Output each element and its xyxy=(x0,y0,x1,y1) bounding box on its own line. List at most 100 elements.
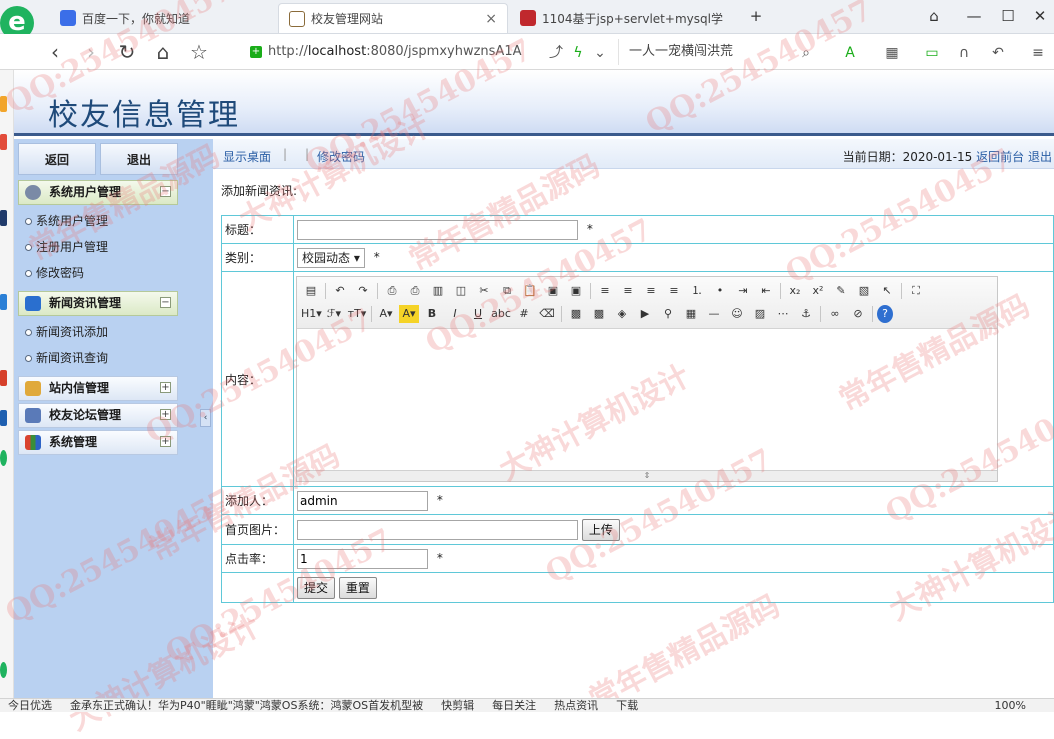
translate-icon[interactable]: A xyxy=(840,43,860,63)
editor-template-icon[interactable]: ▥ xyxy=(428,282,448,300)
sidebar-item-query-news[interactable]: 新闻资讯查询 xyxy=(22,348,172,368)
editor-map-icon[interactable]: ▨ xyxy=(750,305,770,323)
editor-hr-icon[interactable]: # xyxy=(514,305,534,323)
battery-icon[interactable]: ▭ xyxy=(922,43,942,63)
editor-redo-icon[interactable]: ↷ xyxy=(353,282,373,300)
editor-align-left-icon[interactable]: ≡ xyxy=(595,282,615,300)
editor-print-icon[interactable]: ⎙ xyxy=(405,282,425,300)
change-password-link[interactable]: 修改密码 xyxy=(317,148,365,165)
status-item[interactable]: 快剪辑 xyxy=(441,699,474,712)
sidebar-collapse-icon[interactable]: ‹ xyxy=(200,409,211,427)
logout-button[interactable]: 退出 xyxy=(100,143,178,175)
editor-table-icon[interactable]: ▦ xyxy=(681,305,701,323)
editor-superscript-icon[interactable]: x² xyxy=(808,282,828,300)
editor-u-icon[interactable]: U xyxy=(468,305,488,323)
editor-content-area[interactable] xyxy=(297,329,997,470)
editor-f-icon[interactable]: ℱ▾ xyxy=(324,305,344,323)
sidebar-group-messages[interactable]: 站内信管理 + xyxy=(18,376,178,401)
headphones-icon[interactable]: ∩ xyxy=(954,43,974,63)
editor-resize-handle[interactable]: ⇕ xyxy=(297,470,997,481)
editor-a-icon[interactable]: A▾ xyxy=(399,304,419,323)
undo-icon[interactable]: ↶ xyxy=(988,43,1008,63)
search-icon[interactable]: ⌕ xyxy=(796,43,816,63)
shirt-icon[interactable]: ⌂ xyxy=(922,4,946,28)
chevron-down-icon[interactable]: ⌄ xyxy=(590,43,610,63)
clicks-input[interactable] xyxy=(297,548,428,569)
editor-select-all-icon[interactable]: ▧ xyxy=(854,282,874,300)
editor-page-break-icon[interactable]: ⋯ xyxy=(773,305,793,323)
status-item[interactable]: 100% xyxy=(995,699,1026,712)
forward-icon[interactable]: › xyxy=(78,39,104,65)
editor-indent-icon[interactable]: ⇥ xyxy=(733,282,753,300)
strip-app-icon[interactable] xyxy=(0,450,7,466)
editor-paste-icon[interactable]: 📋 xyxy=(520,282,540,300)
strip-app-icon[interactable] xyxy=(0,96,7,112)
editor-b-icon[interactable]: B xyxy=(422,305,442,323)
editor-hr-line-icon[interactable]: — xyxy=(704,305,724,323)
editor-anchor-icon[interactable]: ⚓ xyxy=(796,305,816,323)
reset-button[interactable]: 重置 xyxy=(338,576,377,599)
submit-button[interactable]: 提交 xyxy=(297,576,336,599)
apps-grid-icon[interactable]: ▦ xyxy=(882,43,902,63)
sidebar-group-system[interactable]: 系统管理 + xyxy=(18,430,178,455)
title-input[interactable] xyxy=(297,219,578,240)
strip-app-icon[interactable] xyxy=(0,370,7,386)
collapse-toggle-icon[interactable]: − xyxy=(160,186,171,197)
editor-h1-icon[interactable]: H1▾ xyxy=(301,305,322,323)
editor-align-center-icon[interactable]: ≡ xyxy=(618,282,638,300)
close-tab-icon[interactable]: × xyxy=(485,11,497,27)
editor-preview-icon[interactable]: ⎙ xyxy=(382,282,402,300)
sidebar-group-system-users[interactable]: 系统用户管理 − xyxy=(18,180,178,205)
editor-paste-text-icon[interactable]: ▣ xyxy=(543,282,563,300)
status-item[interactable]: 金承东正式确认！华为P40"睚眦"鸿蒙"鸿蒙OS系统：鸿蒙OS首发机型被 xyxy=(70,699,423,712)
collapse-toggle-icon[interactable]: − xyxy=(160,297,171,308)
tab-baidu[interactable]: 百度一下，你就知道 xyxy=(50,3,276,33)
editor-unordered-list-icon[interactable]: • xyxy=(710,282,730,300)
editor-attachment-icon[interactable]: ⚲ xyxy=(658,305,678,323)
rich-text-editor[interactable]: ▤ ↶ ↷ ⎙ ⎙ ▥ ◫ ✂ ⧉ 📋 ▣ ▣ ≡ ≡ ≡ ≡ ⒈ • ⇥ ⇤ x₂ x² ✎ ▧ ↖ ⛶ H1▾ ℱ▾ тT▾ A▾ A… xyxy=(296,276,998,482)
status-item[interactable]: 下载 xyxy=(616,699,638,712)
editor-i-icon[interactable]: I xyxy=(445,305,465,323)
strip-app-icon[interactable] xyxy=(0,134,7,150)
editor-image-icon[interactable]: ▩ xyxy=(566,305,586,323)
strip-app-icon[interactable] xyxy=(0,294,7,310)
author-input[interactable] xyxy=(297,490,428,511)
editor-emoticon-icon[interactable]: ☺ xyxy=(727,305,747,323)
editor-eraser-icon[interactable]: ⌫ xyxy=(537,305,557,323)
editor-a-icon[interactable]: A▾ xyxy=(376,305,396,323)
sidebar-group-forum[interactable]: 校友论坛管理 + xyxy=(18,403,178,428)
editor-justify-icon[interactable]: ≡ xyxy=(664,282,684,300)
editor-subscript-icon[interactable]: x₂ xyxy=(785,282,805,300)
back-to-front-link[interactable]: 返回前台 xyxy=(976,150,1024,164)
editor-link-icon[interactable]: ∞ xyxy=(825,305,845,323)
back-icon[interactable]: ‹ xyxy=(42,39,68,65)
image-path-input[interactable] xyxy=(297,519,578,540)
sidebar-item-change-password[interactable]: 修改密码 xyxy=(22,263,172,283)
expand-toggle-icon[interactable]: + xyxy=(160,382,171,393)
editor-flash-icon[interactable]: ◈ xyxy=(612,305,632,323)
status-item[interactable]: 今日优选 xyxy=(8,699,52,712)
show-desktop-link[interactable]: 显示桌面 xyxy=(223,148,271,165)
home-icon[interactable]: ⌂ xyxy=(150,39,176,65)
strip-app-icon[interactable] xyxy=(0,410,7,426)
editor-tt-icon[interactable]: тT▾ xyxy=(347,305,367,323)
expand-toggle-icon[interactable]: + xyxy=(160,409,171,420)
maximize-icon[interactable]: ☐ xyxy=(996,4,1020,28)
editor-media-icon[interactable]: ▶ xyxy=(635,305,655,323)
editor-outdent-icon[interactable]: ⇤ xyxy=(756,282,776,300)
new-tab-icon[interactable]: + xyxy=(744,4,768,28)
menu-icon[interactable]: ≡ xyxy=(1028,43,1048,63)
status-item[interactable]: 每日关注 xyxy=(492,699,536,712)
editor-ordered-list-icon[interactable]: ⒈ xyxy=(687,282,707,300)
editor-align-right-icon[interactable]: ≡ xyxy=(641,282,661,300)
editor-multi-image-icon[interactable]: ▩ xyxy=(589,305,609,323)
editor-clear-format-icon[interactable]: ✎ xyxy=(831,282,851,300)
back-button[interactable]: 返回 xyxy=(18,143,96,175)
sidebar-group-news[interactable]: 新闻资讯管理 − xyxy=(18,291,178,316)
search-input[interactable]: 一人一宠横闯洪荒 xyxy=(618,39,818,65)
tab-alumni-site[interactable]: 校友管理网站 × xyxy=(278,3,508,33)
editor-fullscreen-icon[interactable]: ⛶ xyxy=(906,282,926,300)
editor-undo-icon[interactable]: ↶ xyxy=(330,282,350,300)
upload-button[interactable]: 上传 xyxy=(581,518,620,541)
sidebar-item-add-news[interactable]: 新闻资讯添加 xyxy=(22,322,172,342)
